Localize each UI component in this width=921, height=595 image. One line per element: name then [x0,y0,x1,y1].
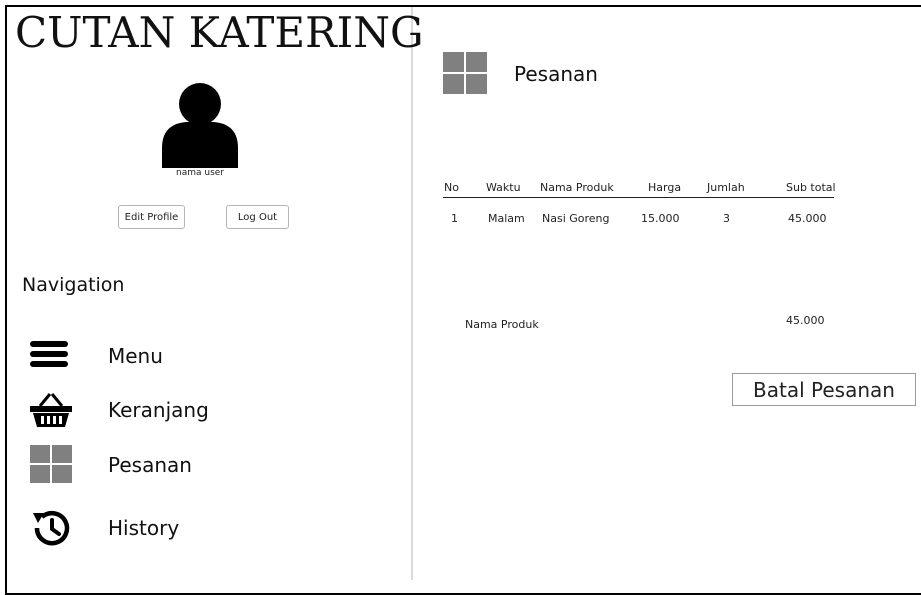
table-header-divider [443,197,834,198]
column-header: Sub total [786,181,836,194]
summary-total: 45.000 [786,314,825,327]
summary-label: Nama Produk [465,318,539,331]
table-cell: 3 [723,212,730,225]
user-avatar-icon [162,83,238,168]
nav-item-keranjang[interactable]: Keranjang [28,390,388,430]
grid-icon [30,445,72,483]
nav-item-label: Pesanan [108,453,192,477]
nav-item-label: Menu [108,344,163,368]
navigation-heading: Navigation [22,274,125,296]
table-cell: 15.000 [641,212,680,225]
logout-button[interactable]: Log Out [226,205,289,229]
table-cell: Malam [488,212,525,225]
nav-item-pesanan[interactable]: Pesanan [28,445,388,485]
column-header: No [444,181,459,194]
column-header: Jumlah [707,181,745,194]
grid-icon [443,52,487,94]
table-cell: 45.000 [788,212,827,225]
history-icon [33,511,70,546]
column-header: Harga [648,181,682,194]
basket-icon [30,393,72,427]
nav-item-label: Keranjang [108,398,209,422]
edit-profile-button[interactable]: Edit Profile [118,205,185,229]
column-header: Nama Produk [540,181,614,194]
nav-item-label: History [108,516,180,540]
page-title: Pesanan [514,62,598,86]
hamburger-menu-icon [30,341,68,367]
column-header: Waktu [486,181,521,194]
app-title: CUTAN KATERING [15,8,424,57]
nav-item-history[interactable]: History [28,508,388,548]
nav-item-menu[interactable]: Menu [28,336,388,376]
sidebar-divider [411,7,413,580]
user-name: nama user [176,168,224,178]
table-cell: 1 [451,212,458,225]
table-cell: Nasi Goreng [542,212,610,225]
cancel-order-button[interactable]: Batal Pesanan [732,373,916,406]
